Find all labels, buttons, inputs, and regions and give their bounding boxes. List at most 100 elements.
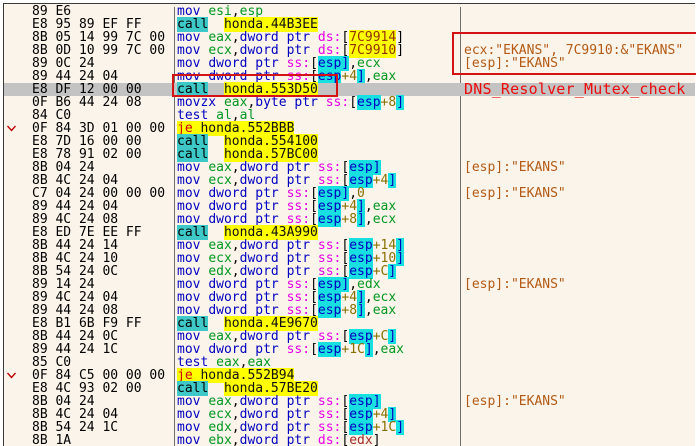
instruction-token: ebx	[208, 433, 231, 446]
row-gutter	[4, 57, 32, 70]
instruction-token: ]	[396, 95, 404, 110]
instruction-token: ,	[365, 212, 373, 227]
instruction-token	[279, 342, 287, 357]
instruction-token: ]	[365, 342, 373, 357]
instruction-token: ]	[388, 264, 396, 279]
row-gutter	[4, 252, 32, 265]
instruction-token: +4	[341, 69, 357, 84]
row-gutter	[4, 18, 32, 31]
disasm-row[interactable]: 89 44 24 1Cmov dword ptr ss:[esp+1C],eax	[4, 343, 695, 356]
auto-comment	[457, 343, 695, 356]
auto-comment	[457, 226, 695, 239]
auto-comment	[457, 135, 695, 148]
row-gutter	[4, 31, 32, 44]
row-gutter	[4, 161, 32, 174]
instruction-token: esp	[318, 342, 341, 357]
row-gutter	[4, 395, 32, 408]
auto-comment	[457, 96, 695, 109]
instruction-token: ]	[357, 303, 365, 318]
auto-comment	[457, 356, 695, 369]
auto-comment	[457, 434, 695, 446]
row-gutter	[4, 278, 32, 291]
opcode-bytes: 8B 1A	[32, 434, 170, 446]
instruction-token	[318, 95, 326, 110]
instruction-token: ,	[365, 303, 373, 318]
auto-comment	[457, 304, 695, 317]
row-gutter	[4, 408, 32, 421]
instruction-token: ,	[232, 433, 240, 446]
instruction-token: ]	[396, 251, 404, 266]
instruction-token: ss:	[326, 95, 349, 110]
instruction: mov ebx,dword ptr ds:[edx]	[170, 434, 457, 446]
auto-comment[interactable]: [esp]:"EKANS"	[457, 161, 695, 174]
instruction-token: +8	[341, 212, 357, 227]
auto-comment	[457, 317, 695, 330]
user-comment[interactable]: DNS_Resolver_Mutex_check	[457, 83, 695, 96]
disasm-row[interactable]: 8B 1Amov ebx,dword ptr ds:[edx]	[4, 434, 695, 446]
instruction-token: [	[310, 342, 318, 357]
instruction-token: ]	[396, 43, 404, 58]
jump-taken-icon	[7, 125, 16, 132]
auto-comment	[457, 369, 695, 382]
row-gutter	[4, 96, 32, 109]
instruction-token: +4	[373, 173, 389, 188]
instruction-token: esp	[318, 69, 341, 84]
instruction-token: eax	[373, 303, 396, 318]
instruction-token: ]	[373, 433, 381, 446]
jump-taken-icon	[7, 372, 16, 379]
row-gutter	[4, 265, 32, 278]
instruction-token: eax	[381, 342, 404, 357]
instruction-token: edx	[349, 433, 372, 446]
instruction-token	[310, 433, 318, 446]
row-gutter	[4, 109, 32, 122]
instruction-token: ,	[373, 342, 381, 357]
instruction-token: +8	[381, 95, 397, 110]
auto-comment	[457, 330, 695, 343]
row-gutter	[4, 369, 32, 382]
instruction-token: +8	[341, 303, 357, 318]
auto-comment	[457, 252, 695, 265]
row-gutter	[4, 135, 32, 148]
instruction-token: ecx	[373, 212, 396, 227]
row-gutter	[4, 83, 32, 96]
instruction-token: ds:	[318, 433, 341, 446]
instruction-token: ,	[365, 69, 373, 84]
auto-comment[interactable]: [esp]:"EKANS"	[457, 278, 695, 291]
row-gutter	[4, 330, 32, 343]
disasm-row[interactable]: 0F B6 44 24 08movzx eax,byte ptr ss:[esp…	[4, 96, 695, 109]
instruction-token: +1C	[341, 342, 364, 357]
auto-comment	[457, 18, 695, 31]
row-gutter	[4, 317, 32, 330]
instruction-token: ss:	[287, 342, 310, 357]
auto-comment	[457, 122, 695, 135]
instruction-token: mov	[177, 433, 200, 446]
auto-comment	[457, 239, 695, 252]
row-gutter	[4, 343, 32, 356]
instruction-token: [	[349, 95, 357, 110]
row-gutter	[4, 356, 32, 369]
row-gutter	[4, 5, 32, 18]
row-gutter	[4, 148, 32, 161]
row-gutter	[4, 239, 32, 252]
auto-comment	[457, 200, 695, 213]
row-gutter	[4, 382, 32, 395]
instruction-token: ]	[388, 173, 396, 188]
auto-comment	[457, 5, 695, 18]
row-gutter	[4, 70, 32, 83]
auto-comment[interactable]: [esp]:"EKANS"	[457, 187, 695, 200]
disassembly-listing[interactable]: 89 E6mov esi,espE8 95 89 EF FFcall honda…	[3, 3, 695, 446]
instruction-token: esp	[318, 212, 341, 227]
row-gutter	[4, 187, 32, 200]
row-gutter	[4, 200, 32, 213]
auto-comment	[457, 109, 695, 122]
auto-comment[interactable]: [esp]:"EKANS"	[457, 395, 695, 408]
instruction-token: esp	[318, 303, 341, 318]
auto-comment[interactable]: [esp]:"EKANS"	[457, 57, 695, 70]
row-gutter	[4, 226, 32, 239]
instruction-token: eax	[373, 69, 396, 84]
row-gutter	[4, 291, 32, 304]
row-gutter	[4, 122, 32, 135]
instruction-token: dword ptr	[240, 433, 310, 446]
disassembler-window: 89 E6mov esi,espE8 95 89 EF FFcall honda…	[0, 0, 696, 446]
instruction-token: esp	[357, 95, 380, 110]
